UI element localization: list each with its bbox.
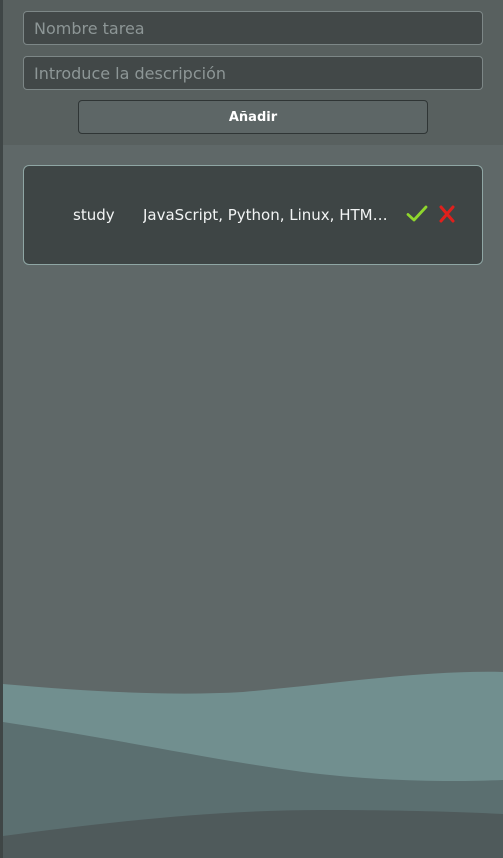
close-icon[interactable] [435,202,459,226]
task-description: JavaScript, Python, Linux, HTML, CSS [143,206,388,224]
task-card: study JavaScript, Python, Linux, HTML, C… [23,165,483,265]
app-root: Añadir study JavaScript, Python, Linux, … [0,0,503,858]
add-task-button[interactable]: Añadir [78,100,428,134]
task-name-input[interactable] [23,11,483,45]
task-name: study [73,206,115,224]
wave-decoration [3,671,503,858]
check-icon[interactable] [405,202,429,226]
task-description-input[interactable] [23,56,483,90]
